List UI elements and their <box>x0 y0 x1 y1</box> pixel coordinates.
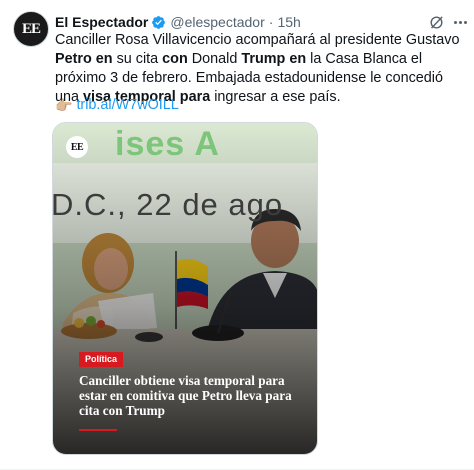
section-badge: Política <box>79 352 124 367</box>
tweet[interactable]: EE El Espectador @elespectador · 15h Can… <box>0 0 474 470</box>
avatar[interactable]: EE <box>13 11 49 47</box>
tweet-time[interactable]: 15h <box>277 14 300 30</box>
backdrop-text-top: ises A <box>115 125 220 163</box>
tweet-header: El Espectador @elespectador · 15h <box>55 13 301 31</box>
tweet-text-bold: Petro en <box>55 51 113 67</box>
tweet-text-bold: Trump en <box>241 51 307 67</box>
media-headline: Canciller obtiene visa temporal para est… <box>79 373 292 418</box>
more-icon[interactable] <box>451 13 469 31</box>
tweet-link[interactable]: trib.al/W7wOILL <box>76 96 178 114</box>
author-handle[interactable]: @elespectador <box>170 14 264 30</box>
tweet-text-part: ingresar a ese país. <box>210 89 341 105</box>
link-line: 👉🏼 trib.al/W7wOILL <box>55 96 179 114</box>
avatar-logo-text: EE <box>21 20 41 37</box>
backdrop-text-city: D.C., 22 de ago <box>52 187 284 222</box>
separator-dot: · <box>268 14 274 30</box>
grok-icon[interactable] <box>428 14 445 31</box>
tweet-text-part: su cita <box>112 51 163 67</box>
tweet-text-part: Donald <box>187 51 242 67</box>
author-name[interactable]: El Espectador <box>55 14 148 30</box>
tweet-text-part: Canciller Rosa Villavicencio acompañará … <box>55 32 460 48</box>
pointing-hand-icon: 👉🏼 <box>55 97 73 113</box>
media-card[interactable]: ises A D.C., 22 de ago EE Política Canci… <box>52 122 318 455</box>
headline-rule <box>79 429 117 431</box>
verified-badge-icon <box>152 15 166 29</box>
media-logo: EE <box>66 136 88 158</box>
tweet-text-bold: con <box>162 51 188 67</box>
